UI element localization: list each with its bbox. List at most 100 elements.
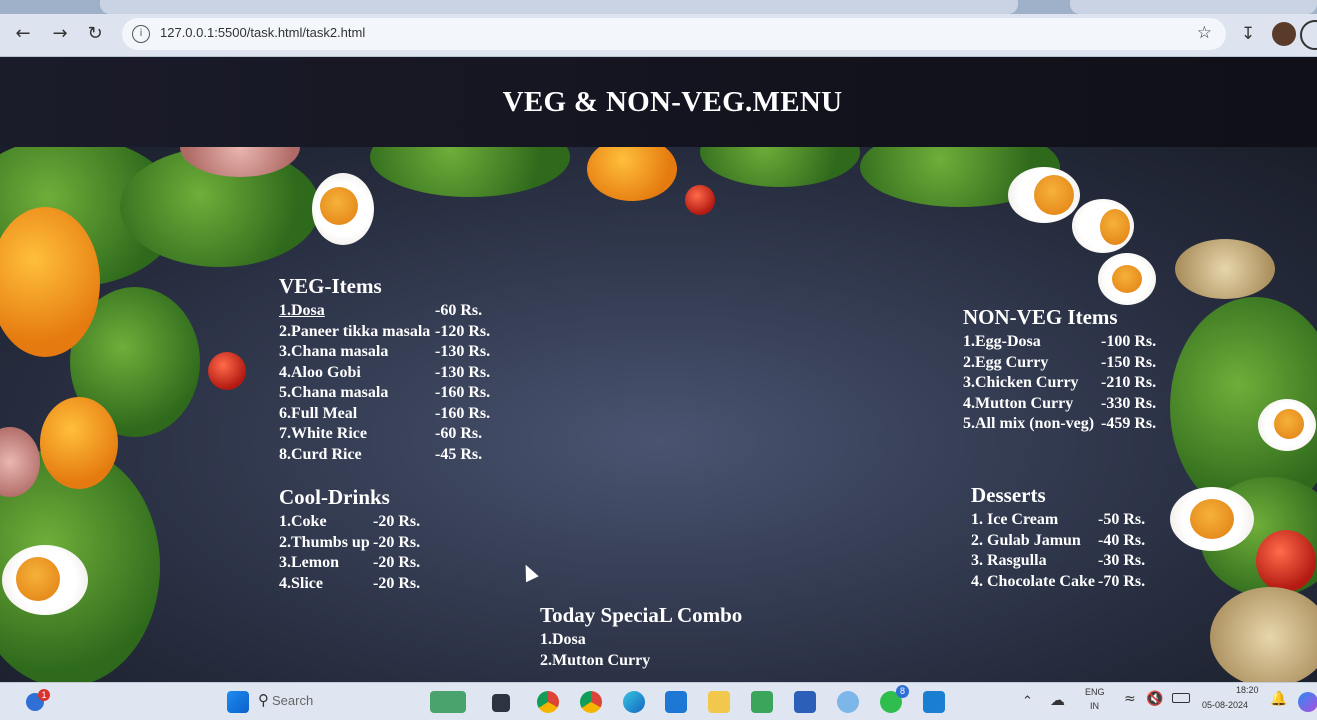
drink-item-name: 3.Lemon (279, 554, 339, 571)
veg-item-name: 3.Chana masala (279, 343, 389, 360)
notification-center-icon[interactable]: 🔔 (1270, 691, 1287, 707)
egg-yolk (1274, 409, 1304, 439)
nonveg-row: 2.Egg Curry -150 Rs. (963, 353, 1183, 374)
veg-row: 6.Full Meal -160 Rs. (279, 404, 539, 425)
drink-row: 2.Thumbs up -20 Rs. (279, 533, 479, 554)
address-bar[interactable]: i 127.0.0.1:5500/task.html/task2.html ☆ (122, 18, 1226, 50)
veg-item-price: -45 Rs. (435, 445, 483, 463)
wifi-icon[interactable]: ≈ (1124, 691, 1136, 707)
egg-yolk (320, 187, 358, 225)
forward-button[interactable]: → (46, 20, 74, 48)
veg-item-name[interactable]: 1.Dosa (279, 301, 325, 322)
url-text[interactable]: 127.0.0.1:5500/task.html/task2.html (160, 25, 365, 40)
mouse-cursor-icon (519, 561, 539, 583)
drink-item-name: 4.Slice (279, 574, 323, 592)
taskbar-search-input[interactable]: Search (272, 693, 313, 708)
nonveg-item-name: 2.Egg Curry (963, 353, 1049, 371)
boiled-egg-decoration (1072, 199, 1134, 253)
veg-row: 7.White Rice -60 Rs. (279, 424, 539, 445)
region-indicator[interactable]: IN (1090, 701, 1099, 711)
drink-item-price: -20 Rs. (373, 533, 421, 551)
veg-items-list: 1.Dosa -60 Rs. 2.Paneer tikka masala -120 R… (279, 301, 539, 465)
boiled-egg-decoration (1008, 167, 1080, 223)
settings-icon[interactable] (837, 691, 859, 713)
search-icon[interactable]: ⚲ (258, 691, 269, 709)
chrome-icon[interactable] (537, 691, 559, 713)
egg-yolk (16, 557, 60, 601)
word-icon[interactable] (794, 691, 816, 713)
notification-badge: 1 (38, 689, 50, 701)
arrow-left-icon: ← (15, 23, 31, 44)
bookmark-star-icon[interactable]: ☆ (1197, 23, 1212, 43)
dessert-item-price: -40 Rs. (1098, 531, 1146, 549)
drink-row: 4.Slice -20 Rs. (279, 574, 479, 595)
boiled-egg-decoration (1258, 399, 1316, 451)
bread-decoration (1175, 239, 1275, 299)
copilot-icon[interactable] (1298, 692, 1317, 712)
nonveg-item-name: 4.Mutton Curry (963, 394, 1074, 412)
language-indicator[interactable]: ENG (1085, 687, 1105, 697)
desserts-items-list: 1. Ice Cream -50 Rs. 2. Gulab Jamun -40 Rs.… (971, 510, 1171, 592)
drink-item-name: 1.Coke (279, 513, 327, 530)
reload-icon: ↻ (87, 23, 103, 44)
drinks-section: Cool-Drinks 1.Coke -20 Rs. 2.Thumbs up -20 … (279, 485, 479, 594)
drink-item-price: -20 Rs. (373, 554, 421, 571)
egg-yolk (1190, 499, 1234, 539)
nonveg-item-price: -210 Rs. (1101, 374, 1157, 391)
boiled-egg-decoration (1098, 253, 1156, 305)
veg-item-price: -60 Rs. (435, 425, 483, 442)
dessert-item-price: -50 Rs. (1098, 511, 1146, 528)
veg-row: 1.Dosa -60 Rs. (279, 301, 539, 322)
task-view-icon[interactable] (492, 694, 510, 712)
lettuce-decoration (370, 147, 570, 197)
download-icon[interactable]: ↧ (1241, 24, 1255, 44)
battery-icon[interactable] (1172, 693, 1190, 703)
back-button[interactable]: ← (9, 20, 37, 48)
desserts-section: Desserts 1. Ice Cream -50 Rs. 2. Gulab Jam… (971, 483, 1171, 592)
nonveg-item-price: -100 Rs. (1101, 333, 1157, 350)
special-heading: Today SpeciaL Combo (540, 603, 743, 627)
drink-row: 1.Coke -20 Rs. (279, 512, 479, 533)
whatsapp-badge: 8 (896, 685, 909, 698)
edge-icon[interactable] (623, 691, 645, 713)
site-info-icon[interactable]: i (132, 25, 150, 43)
nonveg-row: 3.Chicken Curry -210 Rs. (963, 373, 1183, 394)
windows-taskbar: 1 ⚲ Search 8 ⌃ ☁ ENG IN ≈ 🔇 18:20 05-08-… (0, 682, 1317, 720)
profile-avatar[interactable] (1272, 22, 1296, 46)
nonveg-item-price: -150 Rs. (1101, 353, 1157, 371)
tomato-decoration (1256, 530, 1316, 592)
veg-item-name: 7.White Rice (279, 425, 367, 442)
clock-date[interactable]: 05-08-2024 (1202, 700, 1248, 710)
drink-item-price: -20 Rs. (373, 513, 421, 530)
volume-muted-icon[interactable]: 🔇 (1146, 691, 1163, 707)
dessert-item-name: 1. Ice Cream (971, 511, 1059, 528)
veg-item-name: 8.Curd Rice (279, 445, 362, 463)
veg-row: 3.Chana masala -130 Rs. (279, 342, 539, 363)
veg-item-name: 6.Full Meal (279, 404, 358, 422)
drinks-items-list: 1.Coke -20 Rs. 2.Thumbs up -20 Rs. 3.Lemon -2… (279, 512, 479, 594)
chevron-up-icon[interactable]: ⌃ (1022, 693, 1033, 709)
veg-item-price: -160 Rs. (435, 404, 491, 422)
chrome-active-icon[interactable] (580, 691, 602, 713)
vscode-icon[interactable] (923, 691, 945, 713)
bell-pepper-decoration (587, 147, 677, 201)
bread-decoration (1210, 587, 1317, 682)
desserts-heading: Desserts (971, 483, 1046, 507)
cloud-sync-icon[interactable]: ☁ (1050, 691, 1065, 709)
reload-button[interactable]: ↻ (81, 20, 109, 48)
calculator-icon[interactable] (751, 691, 773, 713)
active-tab[interactable] (100, 0, 1018, 14)
widgets-icon[interactable] (430, 691, 466, 713)
veg-item-price: -130 Rs. (435, 343, 491, 360)
next-tab[interactable] (1070, 0, 1317, 14)
veg-row: 8.Curd Rice -45 Rs. (279, 445, 539, 466)
windows-start-icon[interactable] (227, 691, 249, 713)
special-section: Today SpeciaL Combo 1.Dosa 2.Mutton Curry (540, 603, 840, 671)
special-items-list: 1.Dosa 2.Mutton Curry (540, 630, 840, 671)
file-explorer-icon[interactable] (708, 691, 730, 713)
store-icon[interactable] (665, 691, 687, 713)
lettuce-decoration (700, 147, 860, 187)
clock-time[interactable]: 18:20 (1236, 685, 1259, 695)
extension-icon[interactable] (1300, 20, 1317, 50)
veg-item-price: -160 Rs. (435, 384, 491, 401)
